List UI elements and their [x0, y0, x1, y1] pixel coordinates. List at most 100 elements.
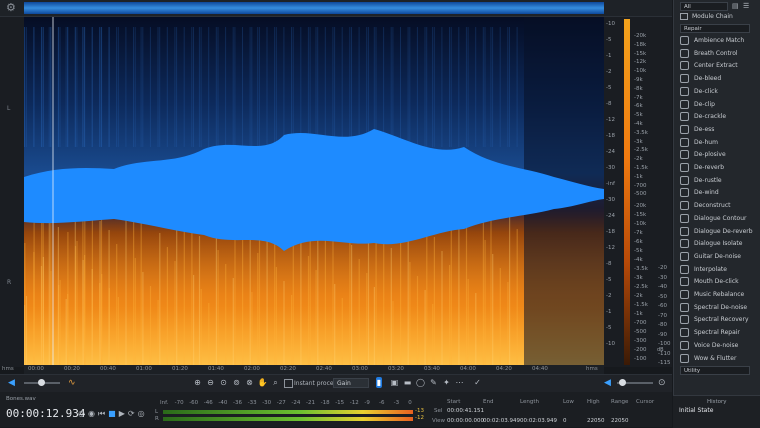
module-label: Music Rebalance	[694, 291, 745, 298]
module-chain-button[interactable]: Module Chain	[680, 13, 733, 20]
zoom-reset-icon[interactable]: ⊙	[658, 377, 666, 389]
zoom-in-icon[interactable]: ⊕	[192, 377, 203, 388]
spectrogram-view[interactable]	[24, 17, 604, 365]
spectrogram-speaker-icon[interactable]: ◀	[604, 377, 611, 389]
zoom-time-icon[interactable]: ⊚	[231, 377, 242, 388]
spectral-streak	[251, 292, 253, 365]
spectrogram-slider-knob[interactable]	[619, 379, 626, 386]
module-item[interactable]: De-rustle	[680, 175, 722, 187]
stop-icon[interactable]: ■	[108, 409, 119, 418]
module-item[interactable]: Center Extract	[680, 60, 738, 72]
hz-tick-top: -12k	[634, 59, 647, 66]
zoom-out-icon[interactable]: ⊖	[205, 377, 216, 388]
module-item[interactable]: Spectral Repair	[680, 327, 740, 339]
process-mode-select[interactable]: Gain	[333, 378, 369, 388]
view-end[interactable]: 00:02:03.949	[483, 418, 520, 424]
record-icon[interactable]: ◎	[138, 409, 148, 418]
rewind-icon[interactable]: ⏮	[98, 409, 108, 418]
module-item[interactable]: Dialogue De-reverb	[680, 226, 753, 238]
menu-icon[interactable]: ☰	[743, 2, 752, 11]
instant-process-checkbox[interactable]	[284, 379, 293, 388]
sel-start[interactable]: 00:00:41.151	[447, 408, 484, 414]
spectral-streak	[76, 27, 78, 147]
module-item[interactable]: Mouth De-click	[680, 276, 739, 288]
volume-slider[interactable]	[24, 379, 60, 386]
freq-selection-tool[interactable]: ▬	[402, 377, 413, 388]
hand-icon[interactable]: ✋	[257, 377, 268, 388]
module-item[interactable]: Dialogue Isolate	[680, 238, 742, 250]
rect-selection-tool[interactable]: ▣	[389, 377, 400, 388]
spectral-streak	[424, 27, 426, 147]
speaker-icon[interactable]: ◀	[8, 377, 15, 389]
module-item[interactable]: De-click	[680, 86, 718, 98]
waveform-mode-icon[interactable]: ∿	[68, 377, 76, 389]
history-initial-state[interactable]: Initial State	[679, 407, 713, 414]
lasso-tool[interactable]: ◯	[415, 377, 426, 388]
utility-select[interactable]: Utility	[680, 366, 750, 375]
module-item[interactable]: Deconstruct	[680, 200, 730, 212]
module-item[interactable]: De-crackle	[680, 111, 726, 123]
module-item[interactable]: Interpolate	[680, 264, 727, 276]
module-item[interactable]: De-reverb	[680, 162, 724, 174]
module-item[interactable]: Wow & Flutter	[680, 353, 736, 365]
find-similar-icon[interactable]: ✓	[472, 377, 483, 388]
spectral-streak	[332, 27, 334, 147]
waveform-overview[interactable]: ⚙	[0, 0, 672, 17]
loop-record-icon[interactable]: ◉	[88, 409, 98, 418]
brush-tool[interactable]: ✎	[428, 377, 439, 388]
spectral-streak	[458, 27, 460, 147]
spectral-streak	[315, 27, 317, 147]
module-item[interactable]: Ambience Match	[680, 35, 744, 47]
module-item[interactable]: Spectral De-noise	[680, 302, 747, 314]
spectral-streak	[134, 27, 136, 147]
spectral-streak	[492, 27, 494, 147]
module-item[interactable]: Voice De-noise	[680, 340, 738, 352]
module-item[interactable]: Spectral Recovery	[680, 314, 749, 326]
spectral-streak	[117, 297, 119, 365]
gear-icon[interactable]: ⚙	[6, 1, 16, 14]
spectral-streak	[251, 27, 253, 147]
module-item[interactable]: Music Rebalance	[680, 289, 744, 301]
harmonic-tool[interactable]: ⋯	[454, 377, 465, 388]
module-item[interactable]: De-hum	[680, 137, 718, 149]
view-low[interactable]: 0	[563, 418, 567, 424]
view-start[interactable]: 00:00:00.000	[447, 418, 484, 424]
spectrogram-slider[interactable]	[617, 379, 653, 386]
spectral-streak	[509, 27, 510, 147]
headphones-icon[interactable]: ◎	[78, 409, 88, 418]
spectral-streak	[383, 27, 385, 147]
spectral-streak	[59, 280, 61, 365]
module-item[interactable]: Guitar De-noise	[680, 251, 741, 263]
view-length[interactable]: 00:02:03.949	[520, 418, 557, 424]
spectral-streak	[475, 293, 477, 365]
meter-bar-right	[163, 417, 413, 421]
transport-controls: ◎◉⏮■▶⟳◎	[78, 409, 148, 419]
spectral-streak	[200, 27, 202, 147]
zoom-tool-icon[interactable]: ⌕	[270, 377, 281, 388]
spectral-streak	[492, 254, 494, 365]
view-range[interactable]: 22050	[611, 418, 629, 424]
module-item[interactable]: De-ess	[680, 124, 714, 136]
module-filter-select[interactable]: All	[680, 2, 728, 11]
spectral-streak	[41, 27, 43, 147]
module-item[interactable]: De-bleed	[680, 73, 721, 85]
time-ruler[interactable]: hms 00:00 00:20 00:40 01:00 01:20 01:40 02:00 02…	[2, 365, 604, 374]
module-item[interactable]: Breath Control	[680, 48, 738, 60]
zoom-fit-icon[interactable]: ⊗	[244, 377, 255, 388]
module-item[interactable]: Dialogue Contour	[680, 213, 746, 225]
spectral-streak	[409, 262, 411, 365]
magic-wand-tool[interactable]: ✦	[441, 377, 452, 388]
time-selection-tool[interactable]: ▮	[376, 377, 382, 388]
zoom-selection-icon[interactable]: ⊙	[218, 377, 229, 388]
module-item[interactable]: De-plosive	[680, 149, 726, 161]
play-icon[interactable]: ▶	[119, 409, 128, 418]
loop-icon[interactable]: ⟳	[128, 409, 138, 418]
category-select[interactable]: Repair	[680, 24, 750, 33]
spectral-streak	[101, 27, 103, 147]
list-view-icon[interactable]: ▤	[732, 2, 741, 11]
view-high[interactable]: 22050	[587, 418, 605, 424]
header-cursor: Cursor	[636, 399, 655, 405]
volume-knob[interactable]	[38, 379, 45, 386]
module-item[interactable]: De-wind	[680, 187, 719, 199]
module-item[interactable]: De-clip	[680, 99, 715, 111]
